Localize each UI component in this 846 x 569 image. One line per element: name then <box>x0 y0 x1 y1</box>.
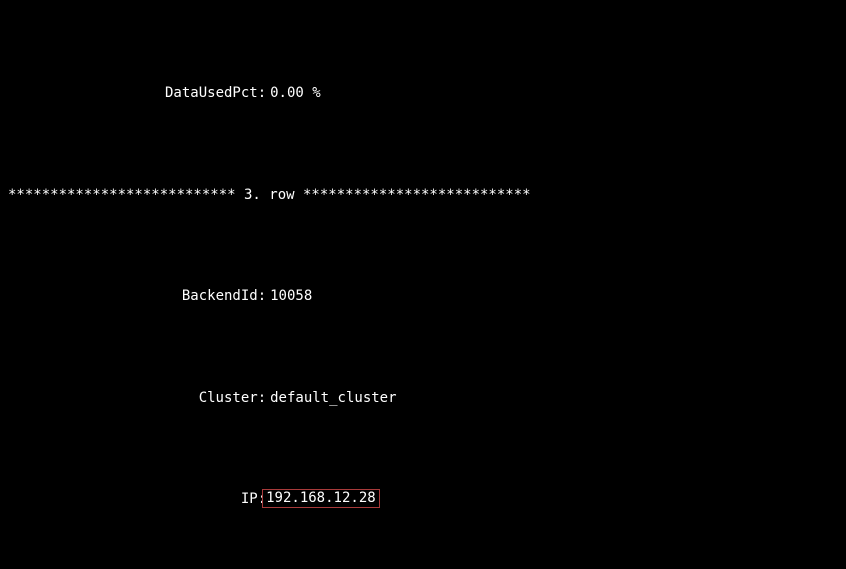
row-separator: *************************** 3. row *****… <box>4 185 842 205</box>
terminal-output: DataUsedPct:0.00 % *********************… <box>0 0 846 569</box>
field-backendid: BackendId:10058 <box>4 266 842 327</box>
field-cluster: Cluster:default_cluster <box>4 367 842 428</box>
field-label: BackendId <box>38 286 258 306</box>
field-value: 0.00 % <box>266 83 325 103</box>
field-value: default_cluster <box>266 388 400 408</box>
field-ip: IP:192.168.12.28 <box>4 469 842 530</box>
colon: : <box>258 83 266 103</box>
field-label: Cluster <box>38 388 258 408</box>
field-label: DataUsedPct <box>38 83 258 103</box>
field-label: IP <box>38 489 258 509</box>
field-value: 192.168.12.28 <box>262 489 380 508</box>
prev-row-dataused: DataUsedPct:0.00 % <box>4 63 842 124</box>
field-value: 10058 <box>266 286 316 306</box>
